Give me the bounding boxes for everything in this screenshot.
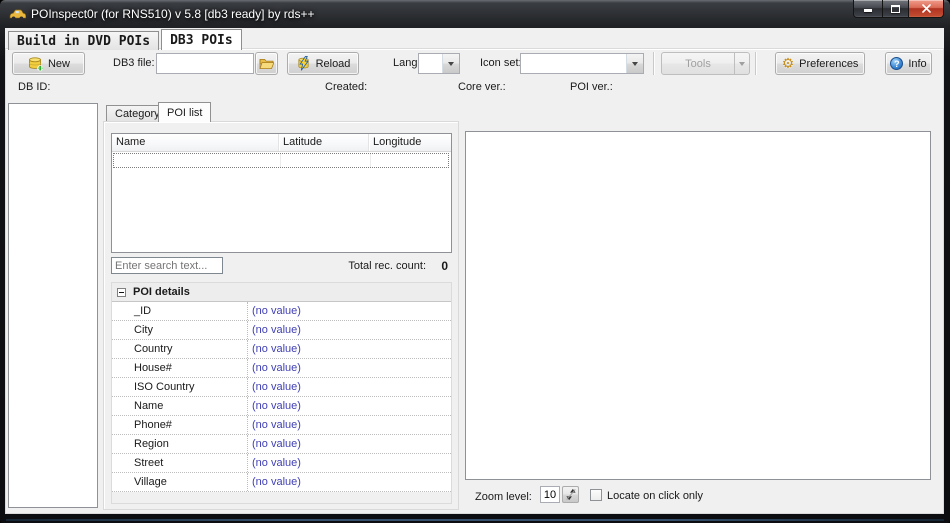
main-tab-strip: Build in DVD POIs DB3 POIs xyxy=(8,29,244,50)
info-button-label: Info xyxy=(908,58,926,70)
poi-ver-label: POI ver.: xyxy=(570,81,613,93)
locate-on-click-label: Locate on click only xyxy=(607,490,703,502)
close-button[interactable] xyxy=(909,0,944,18)
info-icon: ? xyxy=(890,57,903,70)
detail-row-house[interactable]: House# (no value) xyxy=(112,359,451,378)
new-button[interactable]: New xyxy=(12,52,85,75)
locate-on-click-checkbox[interactable] xyxy=(590,489,602,501)
detail-row-phone[interactable]: Phone# (no value) xyxy=(112,416,451,435)
collapse-minus-icon[interactable] xyxy=(117,288,126,297)
zoom-level-input[interactable] xyxy=(540,486,560,503)
column-header-longitude[interactable]: Longitude xyxy=(369,134,451,151)
minimize-button[interactable] xyxy=(853,0,882,18)
maximize-button[interactable] xyxy=(882,0,909,18)
tab-build-in-dvd-pois[interactable]: Build in DVD POIs xyxy=(8,31,159,50)
selected-empty-row[interactable] xyxy=(113,153,449,168)
preferences-button-label: Preferences xyxy=(799,58,858,70)
lang-select-value xyxy=(419,54,442,73)
map-panel[interactable] xyxy=(465,131,931,480)
core-ver-label: Core ver.: xyxy=(458,81,506,93)
reload-button[interactable]: Reload xyxy=(287,52,359,75)
detail-row-street[interactable]: Street (no value) xyxy=(112,454,451,473)
new-button-label: New xyxy=(48,58,70,70)
icon-set-select[interactable] xyxy=(520,53,644,74)
tools-button-label: Tools xyxy=(685,58,711,70)
client-area: Build in DVD POIs DB3 POIs New DB3 file: xyxy=(5,28,944,514)
minimize-icon xyxy=(864,9,872,12)
db-id-label: DB ID: xyxy=(18,81,50,93)
category-list-panel[interactable] xyxy=(8,103,98,508)
spin-updown-icon xyxy=(565,488,577,501)
database-add-icon xyxy=(27,56,43,72)
tab-poi-list[interactable]: POI list xyxy=(158,102,211,122)
preferences-button[interactable]: ⚙ Preferences xyxy=(775,52,865,75)
poi-details-title: POI details xyxy=(133,286,190,298)
poi-details-grid: POI details _ID (no value) City (no valu… xyxy=(111,282,452,504)
detail-row-region[interactable]: Region (no value) xyxy=(112,435,451,454)
toolbar-separator-2 xyxy=(755,52,756,75)
poi-list-header: Name Latitude Longitude xyxy=(112,134,451,152)
icon-set-chevron-down-icon xyxy=(626,54,643,73)
open-file-button[interactable] xyxy=(255,52,278,75)
window-controls xyxy=(853,0,944,18)
app-window: POInspect0r (for RNS510) v 5.8 [db3 read… xyxy=(0,0,950,523)
column-header-name[interactable]: Name xyxy=(112,134,279,151)
database-reload-icon xyxy=(296,56,311,71)
detail-row-village[interactable]: Village (no value) xyxy=(112,473,451,492)
poi-list-page: Name Latitude Longitude Total rec. count… xyxy=(103,121,459,510)
lang-label: Lang: xyxy=(393,57,421,69)
poi-list-view[interactable]: Name Latitude Longitude xyxy=(111,133,452,253)
toolbar-separator xyxy=(653,52,654,75)
detail-row-id[interactable]: _ID (no value) xyxy=(112,302,451,321)
search-input[interactable] xyxy=(111,257,223,274)
icon-set-select-value xyxy=(521,54,626,73)
info-button[interactable]: ? Info xyxy=(885,52,932,75)
icon-set-label: Icon set: xyxy=(480,57,522,69)
poi-details-header[interactable]: POI details xyxy=(112,283,451,302)
db3-file-label: DB3 file: xyxy=(113,57,155,69)
column-header-latitude[interactable]: Latitude xyxy=(279,134,369,151)
gear-icon: ⚙ xyxy=(782,57,795,71)
close-icon xyxy=(922,4,931,13)
window-title: POInspect0r (for RNS510) v 5.8 [db3 read… xyxy=(31,7,314,21)
title-bar: POInspect0r (for RNS510) v 5.8 [db3 read… xyxy=(0,0,950,28)
db3-file-input[interactable] xyxy=(156,53,254,74)
maximize-icon xyxy=(891,5,900,13)
folder-open-icon xyxy=(259,57,274,70)
tools-chevron-down-icon xyxy=(739,62,745,66)
tab-db3-pois[interactable]: DB3 POIs xyxy=(161,29,242,50)
detail-row-name[interactable]: Name (no value) xyxy=(112,397,451,416)
tools-dropdown-button[interactable] xyxy=(734,52,750,75)
detail-row-country[interactable]: Country (no value) xyxy=(112,340,451,359)
detail-row-city[interactable]: City (no value) xyxy=(112,321,451,340)
total-rec-count-label: Total rec. count: xyxy=(304,260,426,272)
zoom-spinner-button[interactable] xyxy=(562,486,579,503)
reload-button-label: Reload xyxy=(316,58,351,70)
lang-chevron-down-icon xyxy=(442,54,459,73)
lang-select[interactable] xyxy=(418,53,460,74)
created-label: Created: xyxy=(325,81,367,93)
detail-row-iso-country[interactable]: ISO Country (no value) xyxy=(112,378,451,397)
app-icon xyxy=(9,8,26,21)
zoom-level-label: Zoom level: xyxy=(475,491,532,503)
tools-button[interactable]: Tools xyxy=(661,52,735,75)
total-rec-count-value: 0 xyxy=(430,259,448,273)
